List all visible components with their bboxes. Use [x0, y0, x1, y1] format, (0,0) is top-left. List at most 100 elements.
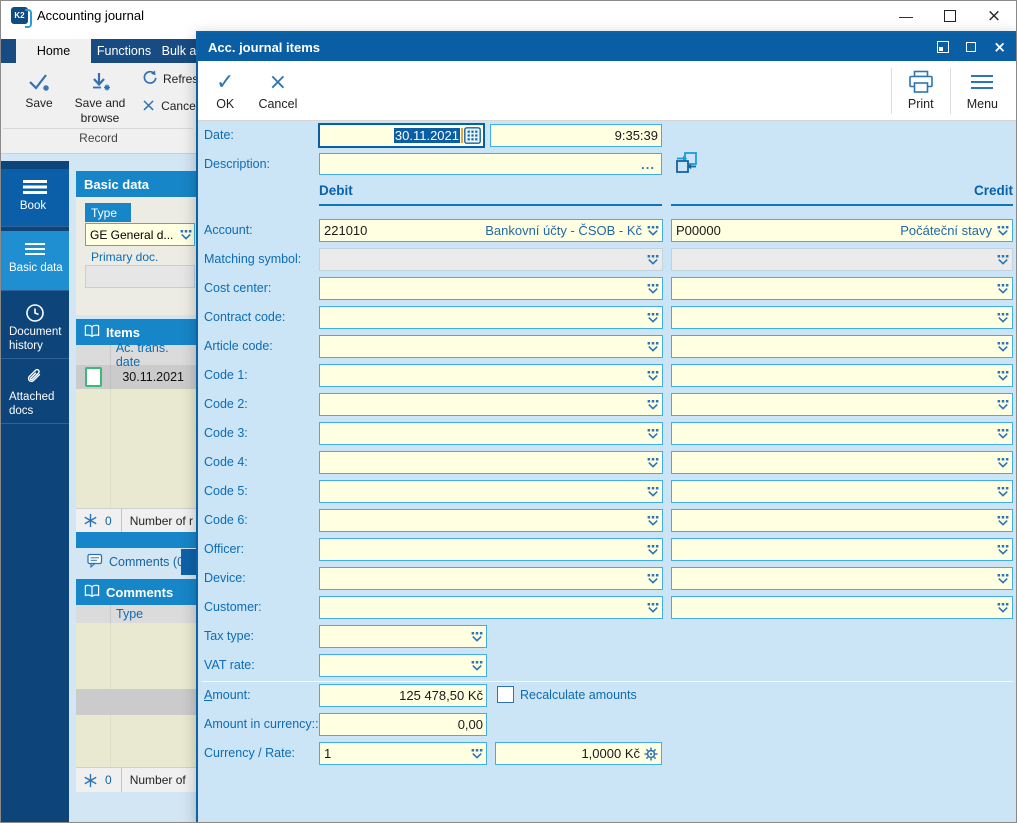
debit-code-1-input[interactable] — [319, 364, 663, 387]
tab-functions[interactable]: Functions — [93, 39, 155, 63]
items-column-header[interactable]: Ac. trans. date — [76, 345, 196, 365]
sidebar-item-attached-docs[interactable]: Attached docs — [1, 360, 69, 424]
maximize-button[interactable] — [928, 1, 972, 31]
save-button[interactable]: Save — [13, 71, 65, 111]
dialog-restore-button[interactable] — [937, 41, 949, 53]
sidebar-item-book[interactable]: Book — [1, 169, 69, 227]
dropdown-icon[interactable] — [997, 226, 1009, 236]
credit-code-6-input[interactable] — [671, 509, 1013, 532]
amount-input[interactable]: 125 478,50 Kč — [319, 684, 487, 707]
credit-customer-input[interactable] — [671, 596, 1013, 619]
dropdown-icon[interactable] — [997, 545, 1009, 555]
calendar-icon[interactable] — [464, 127, 481, 144]
credit-officer-input[interactable] — [671, 538, 1013, 561]
dropdown-icon[interactable] — [647, 574, 659, 584]
debit-account-input[interactable]: 221010Bankovní účty - ČSOB - Kč — [319, 219, 663, 242]
minimize-button[interactable]: — — [884, 1, 928, 31]
sidebar-item-document-history[interactable]: Document history — [1, 295, 69, 359]
debit-code-4-input[interactable] — [319, 451, 663, 474]
dropdown-icon[interactable] — [471, 661, 483, 671]
dropdown-icon[interactable] — [647, 255, 659, 265]
ribbon-cancel-button[interactable]: × Cancel — [141, 95, 198, 116]
comments-empty-area[interactable] — [76, 623, 196, 689]
close-button[interactable]: × — [972, 1, 1016, 31]
comments-empty-area2[interactable] — [76, 715, 196, 767]
dropdown-icon[interactable] — [647, 603, 659, 613]
dropdown-icon[interactable] — [647, 487, 659, 497]
dropdown-icon[interactable] — [997, 400, 1009, 410]
credit-account-input[interactable]: P00000Počáteční stavy — [671, 219, 1013, 242]
print-button[interactable]: Print — [896, 66, 946, 115]
dropdown-icon[interactable] — [997, 313, 1009, 323]
dialog-titlebar[interactable]: Acc. journal items × — [198, 33, 1016, 61]
dropdown-icon[interactable] — [997, 255, 1009, 265]
comments-column-header[interactable]: Type — [76, 605, 196, 623]
dropdown-icon[interactable] — [180, 230, 192, 240]
dropdown-icon[interactable] — [997, 342, 1009, 352]
credit-code-3-input[interactable] — [671, 422, 1013, 445]
dialog-close-button[interactable]: × — [993, 40, 1006, 55]
debit-officer-input[interactable] — [319, 538, 663, 561]
credit-matching-symbol-input[interactable] — [671, 248, 1013, 271]
dropdown-icon[interactable] — [997, 574, 1009, 584]
debit-matching-symbol-input[interactable] — [319, 248, 663, 271]
dropdown-icon[interactable] — [997, 458, 1009, 468]
debit-code-3-input[interactable] — [319, 422, 663, 445]
sidebar-item-basic-data[interactable]: Basic data — [1, 231, 69, 291]
items-empty-area[interactable] — [76, 389, 196, 508]
debit-code-6-input[interactable] — [319, 509, 663, 532]
dialog-maximize-button[interactable] — [966, 42, 976, 52]
time-input[interactable]: 9:35:39 — [490, 124, 662, 147]
dialog-cancel-button[interactable]: × Cancel — [246, 66, 309, 115]
dropdown-icon[interactable] — [471, 632, 483, 642]
ellipsis-button[interactable]: ... — [641, 157, 658, 172]
debit-code-2-input[interactable] — [319, 393, 663, 416]
translate-icon[interactable] — [675, 151, 698, 174]
menu-button[interactable]: Menu — [955, 66, 1010, 115]
currency-input[interactable]: 1 — [319, 742, 487, 765]
dropdown-icon[interactable] — [647, 516, 659, 526]
credit-code-4-input[interactable] — [671, 451, 1013, 474]
credit-cost-center-input[interactable] — [671, 277, 1013, 300]
dropdown-icon[interactable] — [647, 284, 659, 294]
credit-contract-code-input[interactable] — [671, 306, 1013, 329]
date-input[interactable]: 30.11.2021 — [318, 123, 485, 148]
description-input[interactable]: ... — [319, 153, 662, 175]
debit-vat-rate-input[interactable] — [319, 654, 487, 677]
debit-contract-code-input[interactable] — [319, 306, 663, 329]
gear-icon[interactable] — [644, 747, 658, 761]
debit-code-5-input[interactable] — [319, 480, 663, 503]
recalculate-checkbox[interactable] — [497, 686, 514, 703]
partial-hidden-tab[interactable] — [181, 549, 196, 575]
credit-code-1-input[interactable] — [671, 364, 1013, 387]
dropdown-icon[interactable] — [647, 313, 659, 323]
dropdown-icon[interactable] — [647, 429, 659, 439]
rate-input[interactable]: 1,0000 Kč — [495, 742, 662, 765]
debit-article-code-input[interactable] — [319, 335, 663, 358]
ok-button[interactable]: ✓ OK — [204, 66, 246, 115]
dropdown-icon[interactable] — [997, 516, 1009, 526]
debit-cost-center-input[interactable] — [319, 277, 663, 300]
credit-code-2-input[interactable] — [671, 393, 1013, 416]
dropdown-icon[interactable] — [647, 545, 659, 555]
credit-code-5-input[interactable] — [671, 480, 1013, 503]
dropdown-icon[interactable] — [997, 429, 1009, 439]
dropdown-icon[interactable] — [997, 487, 1009, 497]
dropdown-icon[interactable] — [647, 226, 659, 236]
dropdown-icon[interactable] — [997, 371, 1009, 381]
dropdown-icon[interactable] — [997, 603, 1009, 613]
tab-bulk-actions[interactable]: Bulk a — [159, 39, 199, 63]
tab-comments[interactable]: Comments (0) — [79, 549, 196, 575]
debit-tax-type-input[interactable] — [319, 625, 487, 648]
dropdown-icon[interactable] — [647, 342, 659, 352]
primary-doc-field[interactable] — [85, 265, 195, 288]
save-and-browse-button[interactable]: Save and browse — [67, 71, 133, 125]
amount-in-currency-input[interactable]: 0,00 — [319, 713, 487, 736]
credit-device-input[interactable] — [671, 567, 1013, 590]
dropdown-icon[interactable] — [471, 749, 483, 759]
dropdown-icon[interactable] — [647, 371, 659, 381]
dropdown-icon[interactable] — [997, 284, 1009, 294]
comments-selected-band[interactable] — [76, 689, 196, 715]
dropdown-icon[interactable] — [647, 458, 659, 468]
credit-article-code-input[interactable] — [671, 335, 1013, 358]
